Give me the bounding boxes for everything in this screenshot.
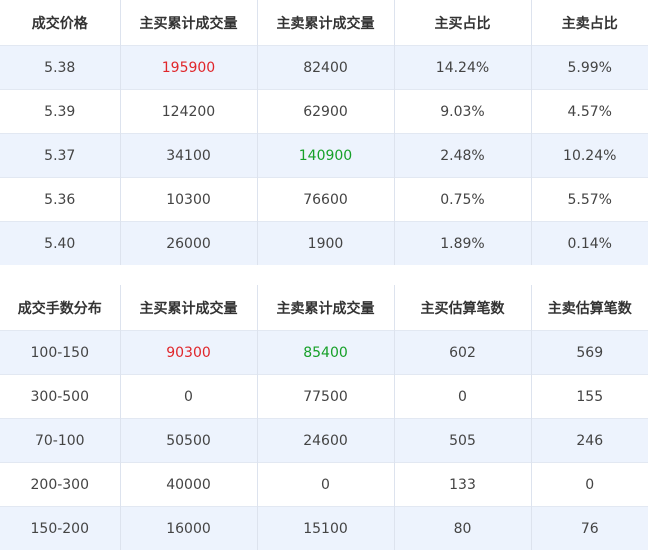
header-buy-volume[interactable]: 主买累计成交量 [120,285,257,331]
table-row: 300-500 0 77500 0 155 [0,375,648,419]
buy-count-cell: 0 [394,375,531,419]
sell-ratio-cell: 4.57% [531,90,648,134]
buy-volume-cell: 40000 [120,463,257,507]
sell-count-cell: 155 [531,375,648,419]
price-cell: 5.40 [0,222,120,266]
table-row: 150-200 16000 15100 80 76 [0,507,648,550]
header-sell-volume[interactable]: 主卖累计成交量 [257,0,394,46]
table-spacer [0,265,648,285]
buy-ratio-cell: 14.24% [394,46,531,90]
sell-volume-cell: 77500 [257,375,394,419]
table-row: 70-100 50500 24600 505 246 [0,419,648,463]
header-lot-range[interactable]: 成交手数分布 [0,285,120,331]
sell-volume-cell: 15100 [257,507,394,550]
lot-size-distribution-table: 成交手数分布 主买累计成交量 主卖累计成交量 主买估算笔数 主卖估算笔数 100… [0,285,648,550]
header-sell-count[interactable]: 主卖估算笔数 [531,285,648,331]
buy-volume-cell: 10300 [120,178,257,222]
sell-volume-cell: 76600 [257,178,394,222]
header-buy-volume[interactable]: 主买累计成交量 [120,0,257,46]
lot-range-cell: 70-100 [0,419,120,463]
buy-count-cell: 80 [394,507,531,550]
sell-count-cell: 76 [531,507,648,550]
buy-volume-cell: 90300 [120,331,257,375]
sell-ratio-cell: 10.24% [531,134,648,178]
table-row: 200-300 40000 0 133 0 [0,463,648,507]
buy-ratio-cell: 2.48% [394,134,531,178]
buy-volume-cell: 195900 [120,46,257,90]
buy-volume-cell: 124200 [120,90,257,134]
lot-range-cell: 200-300 [0,463,120,507]
lot-range-cell: 100-150 [0,331,120,375]
buy-volume-cell: 34100 [120,134,257,178]
buy-ratio-cell: 9.03% [394,90,531,134]
sell-ratio-cell: 5.57% [531,178,648,222]
buy-volume-cell: 26000 [120,222,257,266]
header-price[interactable]: 成交价格 [0,0,120,46]
lot-range-cell: 300-500 [0,375,120,419]
buy-count-cell: 505 [394,419,531,463]
header-sell-volume[interactable]: 主卖累计成交量 [257,285,394,331]
table-row: 5.38 195900 82400 14.24% 5.99% [0,46,648,90]
price-cell: 5.39 [0,90,120,134]
buy-volume-cell: 50500 [120,419,257,463]
sell-volume-cell: 62900 [257,90,394,134]
header-buy-count[interactable]: 主买估算笔数 [394,285,531,331]
sell-count-cell: 569 [531,331,648,375]
lot-range-cell: 150-200 [0,507,120,550]
sell-volume-cell: 85400 [257,331,394,375]
sell-volume-cell: 24600 [257,419,394,463]
price-cell: 5.36 [0,178,120,222]
buy-count-cell: 133 [394,463,531,507]
table-row: 100-150 90300 85400 602 569 [0,331,648,375]
table-row: 5.40 26000 1900 1.89% 0.14% [0,222,648,266]
table-header-row: 成交价格 主买累计成交量 主卖累计成交量 主买占比 主卖占比 [0,0,648,46]
price-distribution-table: 成交价格 主买累计成交量 主卖累计成交量 主买占比 主卖占比 5.38 1959… [0,0,648,265]
table-header-row: 成交手数分布 主买累计成交量 主卖累计成交量 主买估算笔数 主卖估算笔数 [0,285,648,331]
buy-volume-cell: 0 [120,375,257,419]
table-row: 5.37 34100 140900 2.48% 10.24% [0,134,648,178]
sell-count-cell: 246 [531,419,648,463]
sell-volume-cell: 0 [257,463,394,507]
buy-volume-cell: 16000 [120,507,257,550]
table-row: 5.39 124200 62900 9.03% 4.57% [0,90,648,134]
buy-ratio-cell: 1.89% [394,222,531,266]
sell-volume-cell: 1900 [257,222,394,266]
sell-ratio-cell: 5.99% [531,46,648,90]
sell-volume-cell: 82400 [257,46,394,90]
buy-ratio-cell: 0.75% [394,178,531,222]
table-row: 5.36 10300 76600 0.75% 5.57% [0,178,648,222]
sell-ratio-cell: 0.14% [531,222,648,266]
sell-count-cell: 0 [531,463,648,507]
price-cell: 5.38 [0,46,120,90]
buy-count-cell: 602 [394,331,531,375]
price-cell: 5.37 [0,134,120,178]
header-buy-ratio[interactable]: 主买占比 [394,0,531,46]
sell-volume-cell: 140900 [257,134,394,178]
header-sell-ratio[interactable]: 主卖占比 [531,0,648,46]
